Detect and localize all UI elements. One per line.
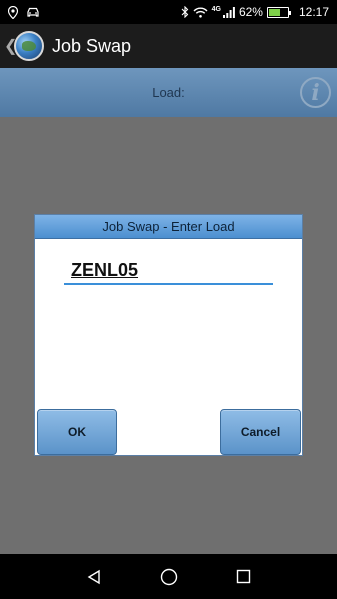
dialog-title: Job Swap - Enter Load (35, 215, 302, 239)
status-bar: 4G 62% 12:17 (0, 0, 337, 24)
battery-percent: 62% (238, 5, 263, 19)
wifi-icon (193, 7, 208, 18)
cancel-button[interactable]: Cancel (220, 409, 301, 455)
ok-button[interactable]: OK (37, 409, 117, 455)
back-triangle-icon[interactable] (86, 569, 102, 585)
signal-icon (222, 6, 235, 18)
load-field-wrapper (64, 257, 273, 285)
navigation-bar (0, 554, 337, 599)
bluetooth-icon (181, 6, 189, 18)
load-input[interactable] (64, 257, 273, 283)
location-icon (8, 5, 18, 19)
battery-icon (266, 6, 291, 18)
enter-load-dialog: Job Swap - Enter Load OK Cancel (34, 214, 303, 456)
back-chevron-icon[interactable]: ❮ (4, 36, 17, 56)
page-title: Job Swap (52, 35, 132, 56)
car-icon (26, 7, 40, 18)
app-bar: ❮ Job Swap (0, 24, 337, 68)
network-type-label: 4G (211, 5, 221, 13)
clock: 12:17 (298, 5, 329, 19)
load-label: Load: (152, 85, 185, 100)
load-header: Load: i (0, 68, 337, 117)
battery-fill (268, 8, 281, 16)
info-icon[interactable]: i (300, 77, 331, 108)
home-circle-icon[interactable] (160, 568, 178, 586)
recents-square-icon[interactable] (236, 569, 251, 584)
app-globe-icon[interactable] (14, 31, 44, 61)
